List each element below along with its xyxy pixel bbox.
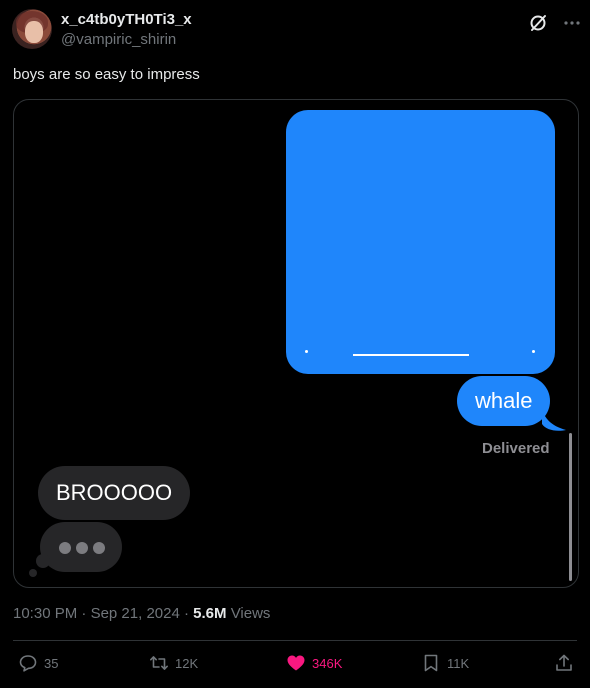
like-button[interactable]: 346K (286, 652, 342, 674)
delivery-status: Delivered (482, 440, 550, 457)
typing-tail-small (29, 569, 37, 577)
views-count: 5.6M (193, 605, 227, 622)
placeholder-dot-right (532, 350, 535, 353)
tweet-text: boys are so easy to impress (13, 66, 200, 83)
scrollbar[interactable] (569, 433, 572, 581)
media-screenshot[interactable]: whale Delivered BROOOOO (13, 99, 579, 588)
divider (13, 640, 577, 641)
user-handle[interactable]: @vampiric_shirin (61, 31, 176, 48)
avatar-face (25, 21, 43, 43)
typing-dot (76, 542, 88, 554)
typing-dot (93, 542, 105, 554)
tweet-meta: 10:30 PM · Sep 21, 2024 · 5.6M Views (13, 605, 270, 622)
reply-count: 35 (44, 655, 59, 671)
reply-button[interactable]: 35 (18, 652, 58, 674)
retweet-icon (150, 656, 168, 670)
received-message-bubble: BROOOOO (38, 466, 191, 520)
bookmark-count: 11K (447, 655, 470, 671)
display-name[interactable]: x_c4tb0yTH0Ti3_x (61, 11, 192, 28)
heart-icon (287, 655, 305, 671)
avatar[interactable] (12, 9, 52, 49)
tweet-time[interactable]: 10:30 PM (13, 605, 77, 622)
reply-icon (19, 655, 37, 672)
more-icon[interactable] (562, 13, 582, 33)
sent-bubble-tail (542, 410, 566, 431)
typing-tail-large (36, 554, 50, 568)
placeholder-dot-left (305, 350, 308, 353)
retweet-count: 12K (175, 655, 199, 671)
placeholder-line (353, 354, 469, 356)
sent-message-bubble: whale (457, 376, 551, 426)
meta-separator: · (81, 605, 87, 622)
tweet-date[interactable]: Sep 21, 2024 (91, 605, 180, 622)
share-button[interactable] (554, 652, 580, 674)
tweet-header: x_c4tb0yTH0Ti3_x @vampiric_shirin (12, 9, 582, 49)
retweet-button[interactable]: 12K (149, 652, 198, 674)
share-icon (556, 654, 572, 671)
sent-image-placeholder (286, 110, 555, 374)
bookmark-icon (424, 654, 438, 672)
typing-indicator (40, 522, 122, 572)
typing-dot (59, 542, 71, 554)
views-label: Views (230, 605, 271, 622)
meta-separator: · (183, 605, 189, 622)
bookmark-button[interactable]: 11K (421, 652, 469, 674)
like-count: 346K (312, 655, 343, 671)
grok-icon[interactable] (528, 13, 548, 33)
